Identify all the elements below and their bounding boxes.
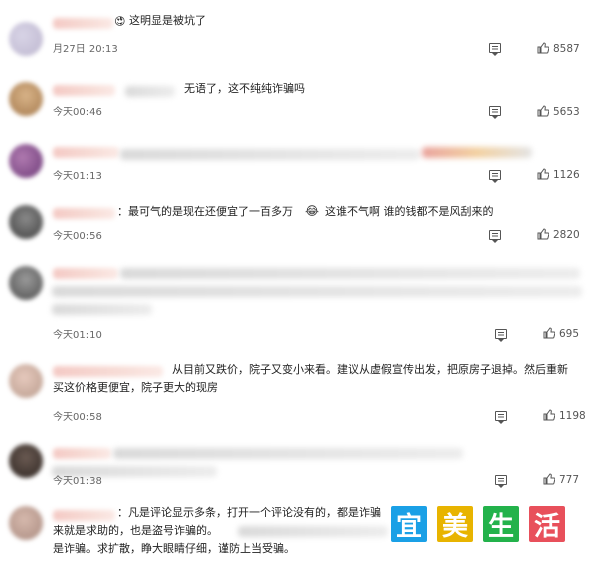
like-count: 2820	[553, 229, 580, 241]
emoji-icon: 😂	[305, 204, 320, 218]
watermark-char: 生	[483, 506, 519, 542]
like-button[interactable]: 695	[543, 327, 579, 340]
reply-icon[interactable]	[489, 170, 501, 183]
avatar[interactable]	[9, 205, 43, 239]
comment-text-2: 买这价格更便宜，院子更大的现房	[53, 381, 218, 394]
avatar[interactable]	[9, 266, 43, 300]
avatar[interactable]	[9, 22, 43, 56]
comment-time: 今天00:56	[53, 231, 102, 242]
avatar[interactable]	[9, 82, 43, 116]
like-button[interactable]: 777	[543, 473, 579, 486]
reply-icon[interactable]	[489, 106, 501, 119]
comment-text: 从目前又跌价，院子又变小来看。建议从虚假宣传出发，把原房子退掉。然后重新	[172, 363, 568, 376]
reply-icon[interactable]	[495, 329, 507, 342]
comment-time: 今天01:10	[53, 330, 102, 341]
username-blurred[interactable]	[53, 448, 111, 459]
like-count: 1198	[559, 410, 586, 422]
reply-icon[interactable]	[489, 43, 501, 56]
thumb-up-icon	[537, 168, 549, 180]
watermark-char: 活	[529, 506, 565, 542]
username-blurred[interactable]	[53, 366, 163, 377]
comment-text: ：凡是评论显示多条，打开一个评论没有的，都是诈骗	[117, 506, 381, 519]
like-count: 5653	[553, 106, 580, 118]
like-button[interactable]: 1126	[537, 168, 580, 181]
blurred-text	[422, 147, 532, 158]
comment-text-3: 是诈骗。求扩散，睁大眼睛仔细，谨防上当受骗。	[53, 542, 295, 555]
thumb-up-icon	[543, 473, 555, 485]
watermark-char: 美	[437, 506, 473, 542]
avatar[interactable]	[9, 506, 43, 540]
blurred-text	[120, 149, 420, 160]
avatar[interactable]	[9, 364, 43, 398]
thumb-up-icon	[537, 42, 549, 54]
username-blurred[interactable]	[53, 85, 115, 96]
comment-time: 月27日 20:13	[53, 44, 118, 55]
thumb-up-icon	[537, 228, 549, 240]
username-blurred[interactable]	[53, 208, 115, 219]
reply-icon[interactable]	[489, 230, 501, 243]
thumb-up-icon	[543, 409, 555, 421]
like-button[interactable]: 5653	[537, 105, 580, 118]
blurred-text	[52, 304, 152, 315]
reply-icon[interactable]	[495, 411, 507, 424]
username-blurred[interactable]	[53, 18, 113, 29]
username-blurred[interactable]	[53, 147, 119, 158]
comment-text: 无语了，这不纯纯诈骗吗	[184, 82, 305, 95]
like-count: 777	[559, 474, 580, 486]
avatar[interactable]	[9, 444, 43, 478]
blurred-text	[113, 448, 463, 459]
comment-text-2: 来就是求助的，也是盗号诈骗的。	[53, 524, 218, 537]
reply-icon[interactable]	[495, 475, 507, 488]
comment-text: ：这明显是被坑了	[118, 14, 206, 27]
blurred-text	[125, 86, 175, 97]
like-button[interactable]: 2820	[537, 228, 580, 241]
blurred-text	[120, 268, 580, 279]
blurred-text	[52, 286, 582, 297]
like-count: 695	[559, 328, 580, 340]
comment-text: ：最可气的是现在还便宜了一百多万	[117, 205, 293, 218]
comment-text-2: 这谁不气啊 谁的钱都不是风刮来的	[325, 205, 494, 218]
like-count: 8587	[553, 43, 580, 55]
comment-time: 今天00:46	[53, 107, 102, 118]
comment-time: 今天00:58	[53, 412, 102, 423]
thumb-up-icon	[543, 327, 555, 339]
avatar[interactable]	[9, 144, 43, 178]
username-blurred[interactable]	[53, 268, 118, 279]
comment-time: 今天01:13	[53, 171, 102, 182]
comment-time: 今天01:38	[53, 476, 102, 487]
like-button[interactable]: 1198	[543, 409, 586, 422]
watermark-char: 宜	[391, 506, 427, 542]
username-blurred[interactable]	[53, 510, 115, 521]
blurred-text	[238, 526, 388, 537]
like-count: 1126	[553, 169, 580, 181]
like-button[interactable]: 8587	[537, 42, 580, 55]
thumb-up-icon	[537, 105, 549, 117]
